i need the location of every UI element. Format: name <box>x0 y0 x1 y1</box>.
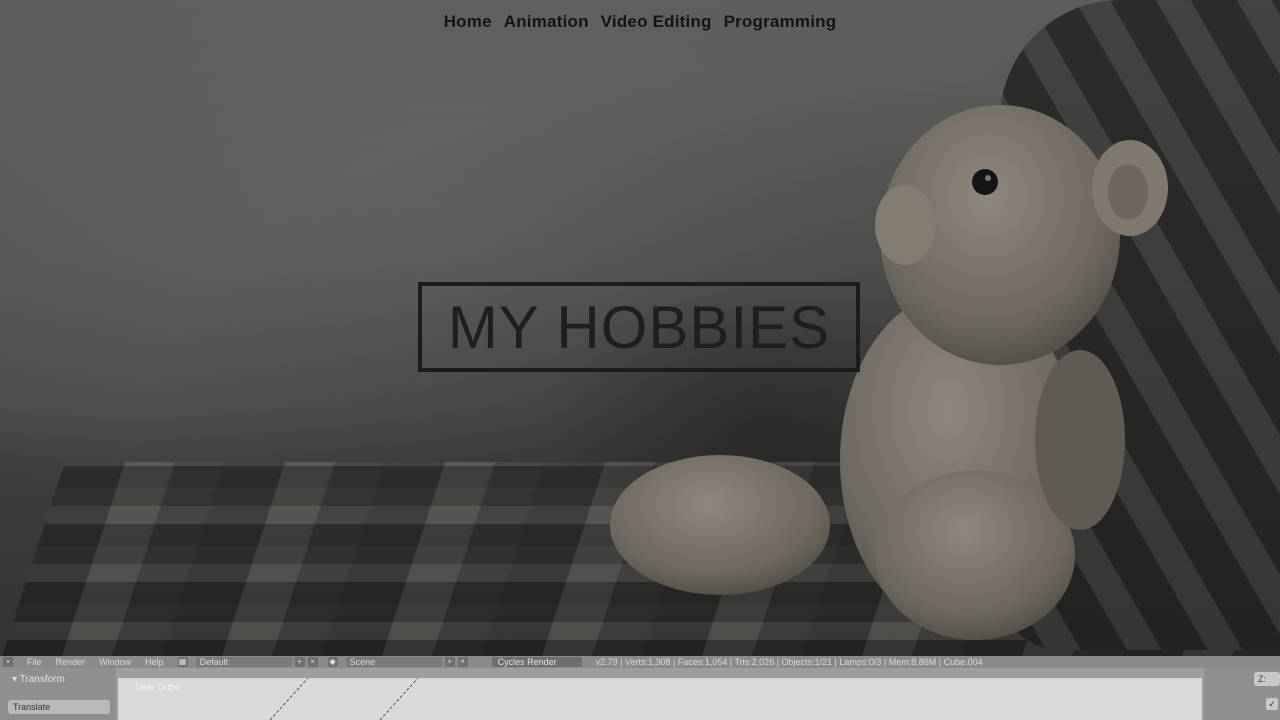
top-navigation: Home Animation Video Editing Programming <box>0 12 1280 32</box>
nav-home-link[interactable]: Home <box>444 12 492 32</box>
hero-title: MY HOBBIES <box>447 293 831 361</box>
menu-file[interactable]: File <box>27 657 42 667</box>
transform-panel-label: Transform <box>19 674 65 685</box>
scene-selector[interactable]: Scene <box>345 657 442 667</box>
menu-help[interactable]: Help <box>145 657 164 667</box>
render-engine-select[interactable]: Cycles Render <box>491 657 582 667</box>
transform-panel-header[interactable]: ▾ Transform <box>0 668 116 685</box>
editor-type-icon[interactable]: ▪ <box>3 657 13 667</box>
menu-window[interactable]: Window <box>99 657 131 667</box>
viewport-label: User Ortho <box>136 682 181 692</box>
remove-scene-icon[interactable]: × <box>457 657 468 667</box>
add-layout-icon[interactable]: + <box>294 657 305 667</box>
nav-video-editing-link[interactable]: Video Editing <box>601 12 712 32</box>
remove-layout-icon[interactable]: × <box>307 657 318 667</box>
blender-info-header: ▪ File Render Window Help ▦ Default + × … <box>0 656 1280 668</box>
add-scene-icon[interactable]: + <box>444 657 455 667</box>
3d-viewport[interactable]: User Ortho <box>118 678 1202 720</box>
tool-shelf: ▾ Transform Translate <box>0 668 116 720</box>
blender-window-strip: ▪ File Render Window Help ▦ Default + × … <box>0 656 1280 720</box>
viewport-grid-lines <box>269 678 419 720</box>
nav-animation-link[interactable]: Animation <box>504 12 589 32</box>
scene-stats: v2.79 | Verts:1,308 | Faces:1,054 | Tris… <box>595 657 983 667</box>
menu-render[interactable]: Render <box>56 657 86 667</box>
layout-selector[interactable]: Default <box>195 657 292 667</box>
translate-button[interactable]: Translate <box>8 700 110 714</box>
nav-programming-link[interactable]: Programming <box>724 12 837 32</box>
layout-icon[interactable]: ▦ <box>177 657 188 667</box>
hero-background: Home Animation Video Editing Programming… <box>0 0 1280 656</box>
z-field[interactable]: Z: <box>1254 672 1280 686</box>
checkbox[interactable]: ✓ <box>1266 698 1278 710</box>
scene-icon[interactable]: ◆ <box>327 657 338 667</box>
hero-title-box: MY HOBBIES <box>418 282 860 372</box>
properties-region: Z: ✓ <box>1204 668 1280 720</box>
